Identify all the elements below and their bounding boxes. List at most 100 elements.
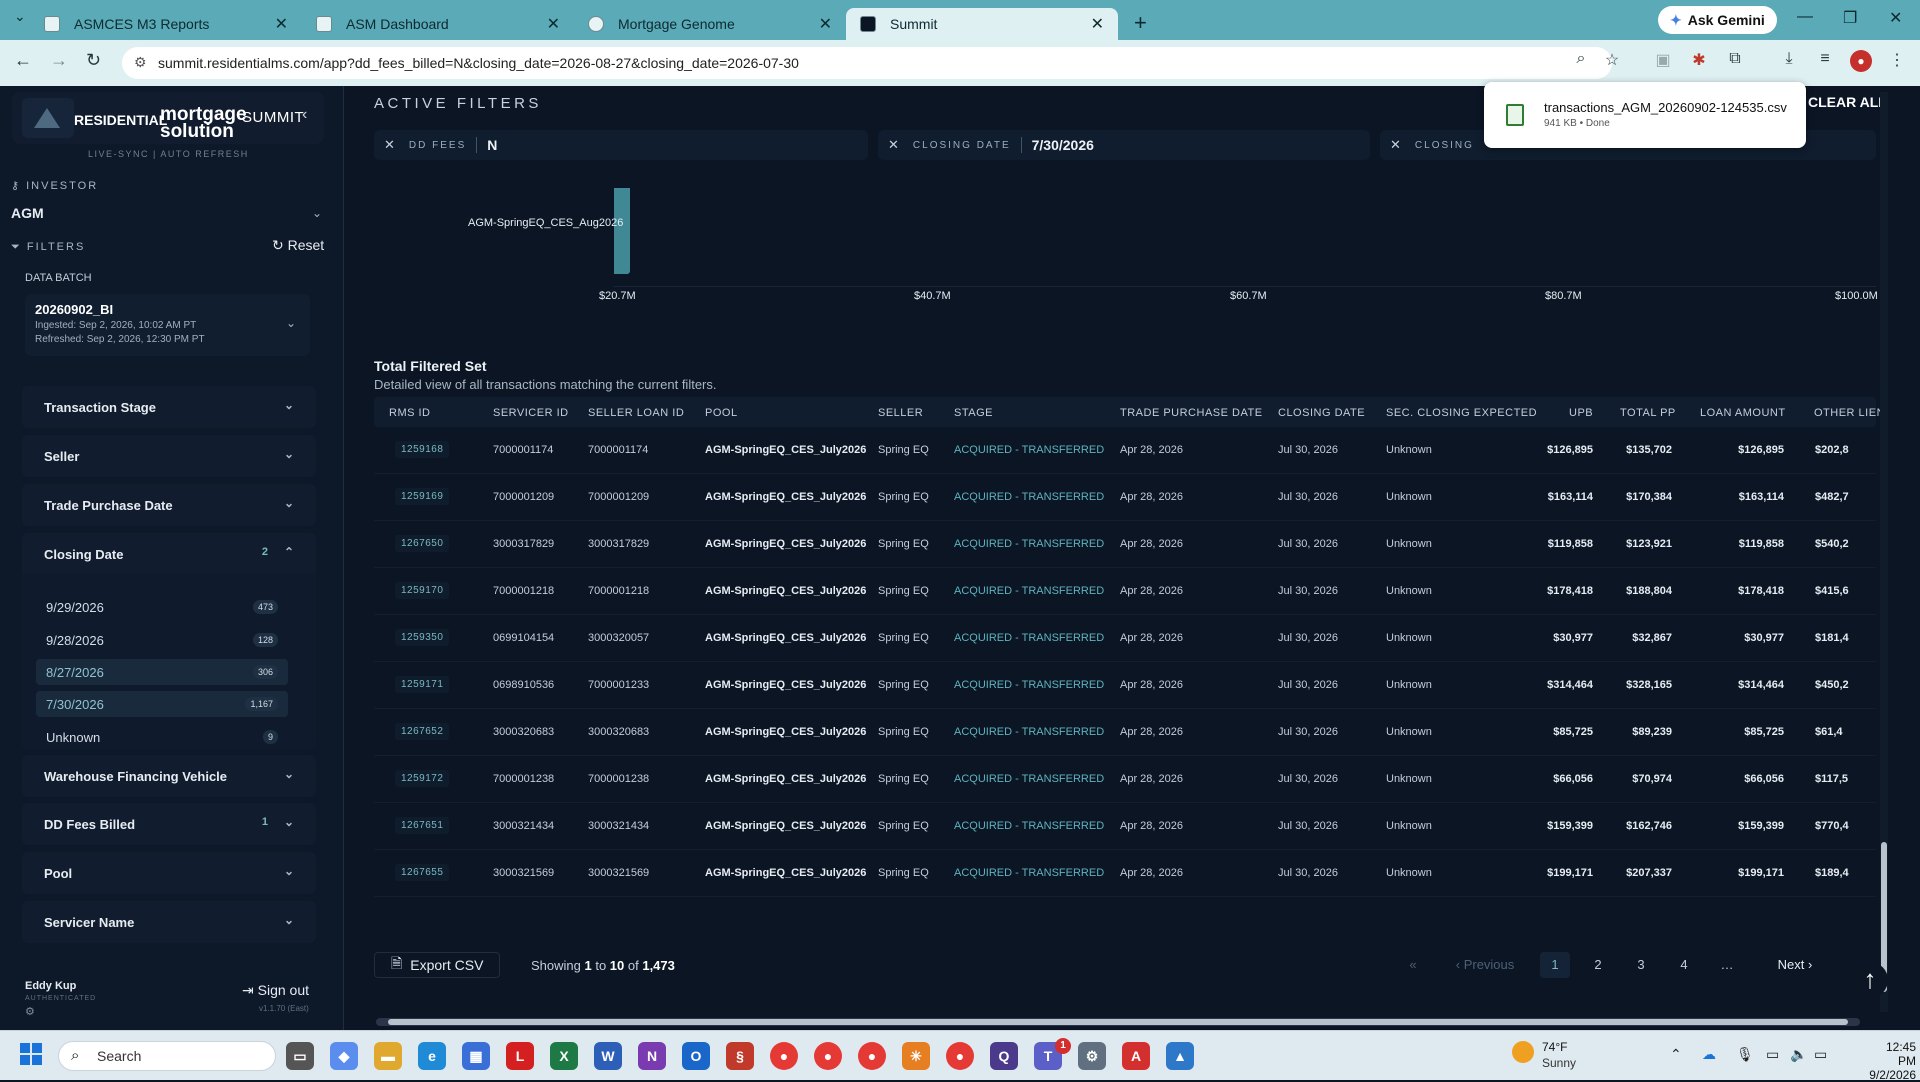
closing-option-selected[interactable]: 7/30/2026 1,167 bbox=[36, 691, 288, 717]
chrome-profile-icon[interactable]: ● bbox=[814, 1042, 842, 1070]
onenote-icon[interactable]: N bbox=[638, 1042, 666, 1070]
reload-icon[interactable]: ↻ bbox=[86, 50, 101, 71]
horizontal-scrollbar[interactable] bbox=[376, 1018, 1860, 1026]
previous-page-button[interactable]: ‹ Previous bbox=[1448, 952, 1522, 978]
taskbar-clock[interactable]: 12:45 PM 9/2/2026 bbox=[1868, 1040, 1916, 1082]
next-page-button[interactable]: Next › bbox=[1770, 952, 1820, 978]
close-tab-icon[interactable]: ✕ bbox=[819, 14, 832, 34]
data-batch-select[interactable]: 20260902_BI Ingested: Sep 2, 2026, 10:02… bbox=[25, 294, 310, 356]
chrome-profile-icon[interactable]: ● bbox=[858, 1042, 886, 1070]
filter-pool[interactable]: Pool ⌄ bbox=[22, 852, 316, 894]
col-header[interactable]: TRADE PURCHASE DATE bbox=[1120, 407, 1263, 419]
windows-start-icon[interactable] bbox=[20, 1043, 42, 1065]
excel-icon[interactable]: X bbox=[550, 1042, 578, 1070]
extension-icon[interactable]: ▣ bbox=[1652, 50, 1674, 72]
minimize-icon[interactable]: — bbox=[1797, 8, 1813, 26]
restore-icon[interactable]: ❐ bbox=[1843, 8, 1857, 28]
url-input[interactable]: ⚙ summit.residentialms.com/app?dd_fees_bi… bbox=[122, 47, 1612, 79]
download-icon[interactable]: ⤓ bbox=[1778, 50, 1800, 72]
close-tab-icon[interactable]: ✕ bbox=[1091, 14, 1104, 34]
microphone-icon[interactable]: 🎙 bbox=[1736, 1046, 1754, 1063]
tab-mortgage-genome[interactable]: Mortgage Genome ✕ bbox=[574, 8, 846, 40]
settings-icon[interactable]: ⚙ bbox=[1078, 1042, 1106, 1070]
bookmark-star-icon[interactable]: ☆ bbox=[1601, 50, 1623, 72]
collapse-sidebar-icon[interactable]: ‹ bbox=[302, 106, 307, 124]
extensions-puzzle-icon[interactable]: ⧉ bbox=[1724, 50, 1746, 72]
reset-button[interactable]: ↻ Reset bbox=[272, 237, 324, 254]
chrome-profile-icon[interactable]: ● bbox=[946, 1042, 974, 1070]
file-explorer-icon[interactable]: ▬ bbox=[374, 1042, 402, 1070]
filter-trade-purchase-date[interactable]: Trade Purchase Date ⌄ bbox=[22, 484, 316, 526]
weather-sun-icon[interactable] bbox=[1512, 1041, 1534, 1063]
cell-rms-id[interactable]: 1267652 bbox=[395, 723, 450, 740]
acrobat-icon[interactable]: A bbox=[1122, 1042, 1150, 1070]
zoom-icon[interactable]: ⌕ bbox=[1570, 50, 1592, 72]
edge-icon[interactable]: e bbox=[418, 1042, 446, 1070]
cell-rms-id[interactable]: 1259168 bbox=[395, 441, 450, 458]
m365-icon[interactable]: ◆ bbox=[330, 1042, 358, 1070]
scroll-to-top-icon[interactable]: ↑ bbox=[1852, 962, 1888, 998]
closing-option[interactable]: 9/29/2026 473 bbox=[36, 594, 288, 620]
filter-warehouse-financing-vehicle[interactable]: Warehouse Financing Vehicle ⌄ bbox=[22, 755, 316, 797]
cell-rms-id[interactable]: 1259350 bbox=[395, 629, 450, 646]
clear-all-button[interactable]: CLEAR ALL bbox=[1808, 94, 1887, 110]
col-header[interactable]: UPB bbox=[1569, 407, 1593, 419]
page-button[interactable]: 1 bbox=[1540, 952, 1570, 978]
cell-rms-id[interactable]: 1267650 bbox=[395, 535, 450, 552]
col-header[interactable]: LOAN AMOUNT bbox=[1700, 407, 1786, 419]
investor-select[interactable]: AGM bbox=[11, 205, 44, 221]
col-header[interactable]: SELLER bbox=[878, 407, 923, 419]
vertical-scrollbar[interactable] bbox=[1880, 92, 1888, 1012]
filter-closing-date[interactable]: Closing Date 2 ⌃ bbox=[22, 533, 316, 575]
tab-asmces[interactable]: ASMCES M3 Reports ✕ bbox=[30, 8, 302, 40]
close-window-icon[interactable]: ✕ bbox=[1889, 8, 1902, 28]
forward-icon[interactable]: → bbox=[50, 50, 68, 71]
page-button[interactable]: 4 bbox=[1669, 952, 1699, 978]
col-header[interactable]: SERVICER ID bbox=[493, 407, 569, 419]
chrome-icon[interactable]: ● bbox=[770, 1042, 798, 1070]
close-tab-icon[interactable]: ✕ bbox=[275, 14, 288, 34]
col-header[interactable]: SEC. CLOSING EXPECTED bbox=[1386, 407, 1537, 419]
media-icon[interactable]: ≡ bbox=[1814, 50, 1836, 72]
back-icon[interactable]: ← bbox=[14, 50, 32, 71]
tab-asm-dashboard[interactable]: ASM Dashboard ✕ bbox=[302, 8, 574, 40]
col-header[interactable]: STAGE bbox=[954, 407, 993, 419]
filter-servicer-name[interactable]: Servicer Name ⌄ bbox=[22, 901, 316, 943]
profile-avatar-icon[interactable]: ● bbox=[1850, 50, 1872, 72]
first-page-button[interactable]: « bbox=[1398, 952, 1428, 978]
filter-dd-fees-billed[interactable]: DD Fees Billed 1 ⌄ bbox=[22, 803, 316, 845]
remove-chip-icon[interactable]: ✕ bbox=[888, 137, 899, 153]
word-icon[interactable]: W bbox=[594, 1042, 622, 1070]
settings-gear-icon[interactable]: ⚙ bbox=[25, 1005, 35, 1018]
cell-rms-id[interactable]: 1267655 bbox=[395, 864, 450, 881]
col-header[interactable]: SELLER LOAN ID bbox=[588, 407, 684, 419]
onedrive-icon[interactable]: ☁ bbox=[1702, 1046, 1716, 1063]
download-popup[interactable]: transactions_AGM_20260902-124535.csv 941 … bbox=[1484, 82, 1806, 148]
chevron-down-icon[interactable]: ⌄ bbox=[312, 206, 322, 220]
tray-chevron-icon[interactable]: ⌃ bbox=[1670, 1046, 1682, 1063]
filter-chip-closing-date[interactable]: ✕ CLOSING DATE 7/30/2026 bbox=[878, 130, 1370, 160]
cell-rms-id[interactable]: 1259170 bbox=[395, 582, 450, 599]
new-tab-button[interactable]: + bbox=[1134, 10, 1147, 36]
scrollbar-thumb[interactable] bbox=[388, 1019, 1848, 1025]
close-tab-icon[interactable]: ✕ bbox=[547, 14, 560, 34]
closing-option[interactable]: Unknown 9 bbox=[36, 724, 288, 750]
outlook-icon[interactable]: O bbox=[682, 1042, 710, 1070]
col-header[interactable]: POOL bbox=[705, 407, 738, 419]
col-header[interactable]: OTHER LIEN bbox=[1814, 407, 1885, 419]
remove-chip-icon[interactable]: ✕ bbox=[384, 137, 395, 153]
photos-icon[interactable]: ▲ bbox=[1166, 1042, 1194, 1070]
cell-rms-id[interactable]: 1259171 bbox=[395, 676, 450, 693]
filter-seller[interactable]: Seller ⌄ bbox=[22, 435, 316, 477]
task-view-icon[interactable]: ▭ bbox=[286, 1042, 314, 1070]
page-button[interactable]: 3 bbox=[1626, 952, 1656, 978]
speaker-icon[interactable]: 🔈 bbox=[1790, 1046, 1807, 1063]
cell-rms-id[interactable]: 1259172 bbox=[395, 770, 450, 787]
cell-rms-id[interactable]: 1267651 bbox=[395, 817, 450, 834]
ask-gemini-button[interactable]: ✦ Ask Gemini bbox=[1658, 6, 1777, 34]
butterfly-extension-icon[interactable]: ✱ bbox=[1688, 50, 1710, 72]
lastpass-icon[interactable]: L bbox=[506, 1042, 534, 1070]
store-icon[interactable]: ▦ bbox=[462, 1042, 490, 1070]
col-header[interactable]: RMS ID bbox=[389, 407, 431, 419]
chart-bar[interactable] bbox=[614, 188, 630, 274]
